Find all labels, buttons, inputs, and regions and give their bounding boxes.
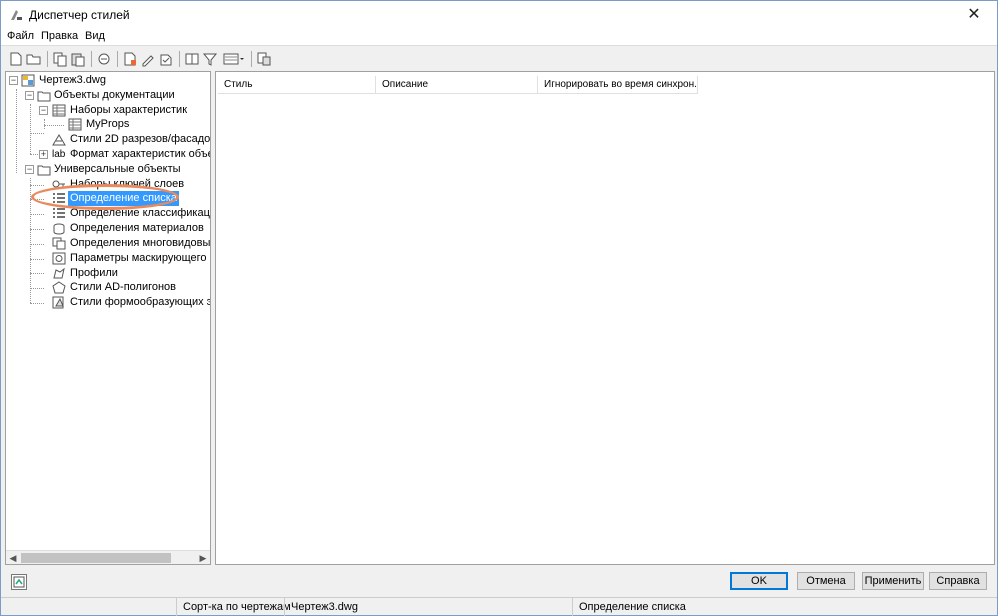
collapse-icon[interactable]: −	[39, 106, 48, 115]
tree-label: Формат характеристик объекто	[70, 148, 210, 160]
tree-label: Чертеж3.dwg	[39, 74, 106, 86]
tree-item-drawing[interactable]: − Чертеж3.dwg	[6, 73, 210, 88]
tree-label: Наборы характеристик	[70, 104, 188, 116]
menu-view[interactable]: Вид	[85, 30, 105, 42]
polygon-icon	[52, 281, 66, 294]
tree-item-material-definitions[interactable]: Определения материалов	[6, 221, 210, 236]
tree-item-aec-polygon-styles[interactable]: Стили AD-полигонов	[6, 280, 210, 295]
tree-item-layer-keys[interactable]: Наборы ключей слоев	[6, 177, 210, 192]
filter-icon[interactable]	[201, 50, 219, 68]
menu-bar: Файл Правка Вид	[1, 29, 997, 45]
dialog-button-bar: OK Отмена Применить Справка	[1, 567, 997, 595]
tree-item-list-definition[interactable]: Определение списка	[6, 191, 210, 206]
paste-icon[interactable]	[69, 50, 87, 68]
column-ignore-sync[interactable]: Игнорировать во время синхрон...	[538, 76, 698, 94]
tree-item-mask-block-params[interactable]: Параметры маскирующего бл	[6, 251, 210, 266]
column-style[interactable]: Стиль	[218, 76, 376, 94]
tree-label: Определение списка	[68, 191, 179, 206]
sync-icon[interactable]	[157, 50, 175, 68]
scroll-right-icon[interactable]: ▶	[196, 551, 210, 564]
new-icon[interactable]	[7, 50, 25, 68]
list-icon	[52, 192, 66, 205]
style-tree[interactable]: − Чертеж3.dwg − Объекты документации − Н…	[5, 71, 211, 565]
multiview-icon	[52, 237, 66, 250]
tree-label: Определения многовидовых б	[70, 237, 211, 249]
window-title: Диспетчер стилей	[29, 8, 130, 22]
menu-edit[interactable]: Правка	[41, 30, 78, 42]
massing-icon	[52, 296, 66, 309]
help-button[interactable]: Справка	[929, 572, 987, 590]
tree-item-massing-styles[interactable]: Стили формообразующих эле	[6, 295, 210, 310]
tree-label: Объекты документации	[54, 89, 175, 101]
table-icon	[68, 118, 82, 131]
tree-label: Определения материалов	[70, 222, 204, 234]
view-options-icon[interactable]	[221, 50, 247, 68]
toggle-window-icon[interactable]	[11, 574, 27, 590]
tree-label: MyProps	[86, 118, 130, 130]
tree-label: Определение классификации	[70, 207, 211, 219]
ok-button[interactable]: OK	[730, 572, 788, 590]
status-sort: Сорт-ка по чертежам	[176, 598, 291, 616]
list-header: Стиль Описание Игнорировать во время син…	[218, 76, 912, 94]
close-button[interactable]: ✕	[951, 1, 997, 29]
title-bar: Диспетчер стилей ✕	[1, 1, 997, 29]
apply-button[interactable]: Применить	[862, 572, 924, 590]
new-style-icon[interactable]	[121, 50, 139, 68]
collapse-icon[interactable]: −	[9, 76, 18, 85]
collapse-icon[interactable]: −	[25, 165, 34, 174]
tree-item-property-sets[interactable]: − Наборы характеристик	[6, 103, 210, 118]
tree-label: Стили формообразующих эле	[70, 296, 211, 308]
tree-label: Наборы ключей слоев	[70, 178, 185, 190]
folder-icon	[37, 163, 51, 176]
edit-style-icon[interactable]	[139, 50, 157, 68]
toolbar	[1, 45, 997, 71]
tree-item-doc-objects[interactable]: − Объекты документации	[6, 88, 210, 103]
style-manager-app-icon	[9, 8, 23, 22]
inquiry-icon[interactable]	[255, 50, 273, 68]
tree-label: Универсальные объекты	[54, 163, 181, 175]
tree-label: Профили	[70, 267, 118, 279]
status-selection: Определение списка	[572, 598, 872, 616]
tree-label: Стили 2D разрезов/фасадов	[70, 133, 211, 145]
menu-file[interactable]: Файл	[7, 30, 34, 42]
status-bar: Сорт-ка по чертежам Чертеж3.dwg Определе…	[1, 597, 997, 616]
tree-item-profiles[interactable]: Профили	[6, 266, 210, 281]
section-icon	[52, 133, 66, 146]
folder-icon	[37, 89, 51, 102]
key-icon	[52, 178, 66, 191]
tree-item-classification-definition[interactable]: Определение классификации	[6, 206, 210, 221]
tree-item-2d-section-styles[interactable]: Стили 2D разрезов/фасадов	[6, 132, 210, 147]
style-manager-window: Диспетчер стилей ✕ Файл Правка Вид − Чер…	[0, 0, 998, 616]
cancel-button[interactable]: Отмена	[797, 572, 855, 590]
table-icon	[52, 104, 66, 117]
tree-item-universal-objects[interactable]: − Универсальные объекты	[6, 162, 210, 177]
collapse-icon[interactable]: −	[25, 91, 34, 100]
tree-item-multiview-definitions[interactable]: Определения многовидовых б	[6, 236, 210, 251]
mask-icon	[52, 252, 66, 265]
open-icon[interactable]	[25, 50, 43, 68]
purge-icon[interactable]	[95, 50, 113, 68]
style-list[interactable]: Стиль Описание Игнорировать во время син…	[215, 71, 995, 565]
tree-item-property-formats[interactable]: + lab Формат характеристик объекто	[6, 147, 210, 162]
drawing-icon	[21, 74, 35, 87]
scroll-left-icon[interactable]: ◀	[6, 551, 20, 564]
tree-label: Стили AD-полигонов	[70, 281, 177, 293]
format-icon: lab	[52, 149, 66, 160]
scroll-thumb[interactable]	[21, 553, 171, 563]
expand-icon[interactable]: +	[39, 150, 48, 159]
toggle-view-icon[interactable]	[183, 50, 201, 68]
tree-item-myprops[interactable]: MyProps	[6, 117, 210, 132]
classification-icon	[52, 207, 66, 220]
column-description[interactable]: Описание	[376, 76, 538, 94]
tree-label: Параметры маскирующего бл	[70, 252, 211, 264]
copy-icon[interactable]	[51, 50, 69, 68]
tree-horizontal-scrollbar[interactable]: ◀ ▶	[6, 550, 210, 564]
material-icon	[52, 222, 66, 235]
status-drawing: Чертеж3.dwg	[284, 598, 572, 616]
profile-icon	[52, 267, 66, 280]
